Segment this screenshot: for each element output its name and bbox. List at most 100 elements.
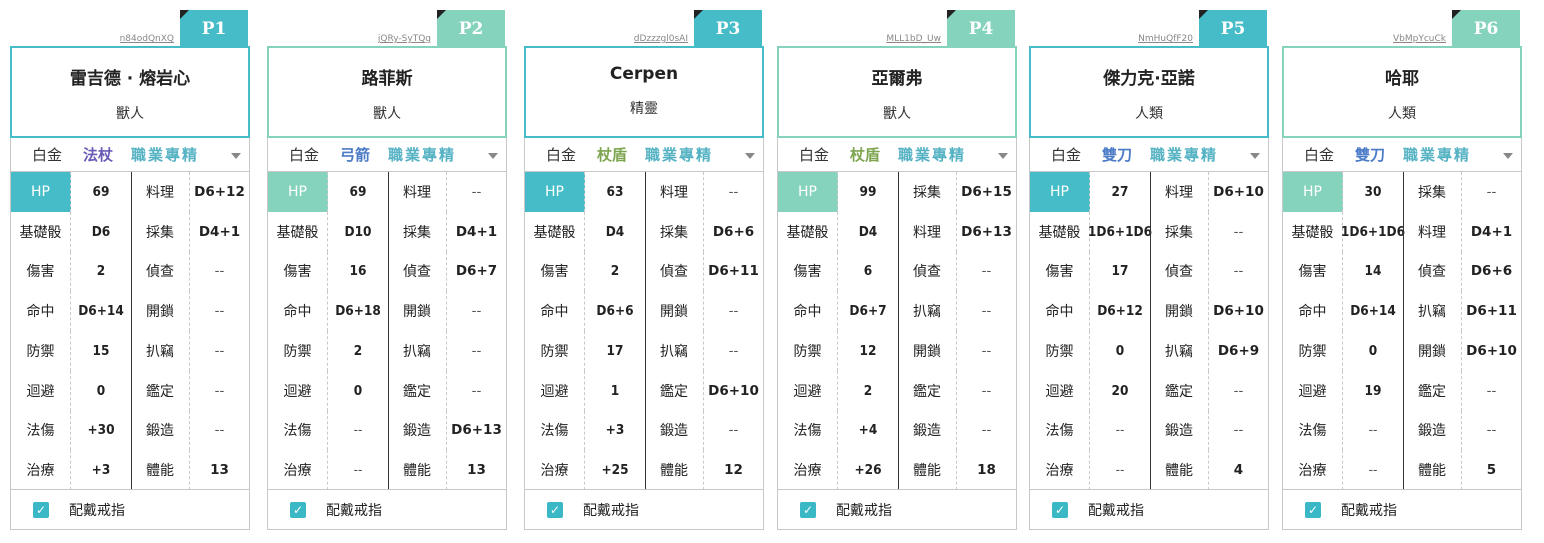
class-selector[interactable]: 白金 雙刀 職業專精	[1030, 138, 1268, 172]
stat-row: 基礎骰 1D6+1D6 採集 --	[1030, 211, 1268, 252]
profession-label: 職業專精	[388, 146, 457, 164]
stat-row: HP 69 料理 D6+12	[11, 172, 249, 212]
stat-value: D6+14	[78, 303, 124, 320]
chevron-down-icon[interactable]	[231, 153, 241, 159]
stat-row: HP 63 料理 --	[525, 172, 763, 212]
character-code-link[interactable]: VbMpYcuCk	[1393, 34, 1446, 44]
skill-value: --	[1233, 422, 1244, 439]
checkbox-checked-icon[interactable]: ✓	[547, 501, 563, 518]
stat-label: 治療	[525, 450, 585, 490]
skill-label: 採集	[898, 172, 957, 212]
stat-value: 69	[349, 183, 367, 200]
player-tab[interactable]: P5	[1199, 10, 1267, 46]
skill-value: --	[1486, 382, 1497, 399]
ring-option[interactable]: ✓ 配戴戒指	[525, 489, 763, 529]
skill-label: 偵查	[388, 251, 447, 292]
character-header: 雷吉德 · 熔岩心 獸人	[10, 46, 250, 138]
stat-label: 迴避	[11, 370, 71, 411]
character-code-link[interactable]: jQRy-SyTQg	[378, 34, 431, 44]
ring-option[interactable]: ✓ 配戴戒指	[11, 489, 249, 529]
ring-label: 配戴戒指	[326, 502, 382, 519]
class-selector[interactable]: 白金 杖盾 職業專精	[778, 138, 1016, 172]
player-tab[interactable]: P1	[180, 10, 248, 46]
profession-label: 職業專精	[131, 146, 200, 164]
skill-label: 開鎖	[131, 291, 190, 331]
player-tab[interactable]: P6	[1452, 10, 1520, 46]
skill-label: 採集	[1403, 172, 1462, 212]
skill-label: 鍛造	[388, 410, 447, 451]
character-body: 白金 杖盾 職業專精 HP 63 料理 -- 基礎骰 D4 採集 D6+6 傷害	[524, 138, 764, 530]
character-header: 路菲斯 獸人	[267, 46, 507, 138]
skill-label: 體能	[645, 450, 704, 490]
class-selector[interactable]: 白金 法杖 職業專精	[11, 138, 249, 172]
skill-value: D6+12	[194, 183, 245, 200]
skill-value: D6+15	[961, 183, 1012, 200]
class-selector[interactable]: 白金 杖盾 職業專精	[525, 138, 763, 172]
character-card-6[interactable]: VbMpYcuCk P6 哈耶 人類 白金 雙刀 職業專精 HP 30 採集 -…	[1282, 10, 1522, 530]
corner-marker	[947, 10, 956, 19]
tier-label: 白金	[798, 146, 829, 164]
chevron-down-icon[interactable]	[1250, 153, 1260, 159]
skill-value: --	[214, 303, 225, 320]
stat-label: 治療	[1283, 450, 1343, 490]
skill-value: 13	[467, 462, 486, 479]
ring-option[interactable]: ✓ 配戴戒指	[778, 489, 1016, 529]
stat-label: HP	[1030, 172, 1090, 212]
character-code-link[interactable]: NmHuQfF20	[1138, 34, 1193, 44]
skill-label: 採集	[645, 211, 704, 252]
character-name: 哈耶	[1385, 69, 1419, 89]
skill-value: D4+1	[455, 223, 498, 240]
ring-option[interactable]: ✓ 配戴戒指	[1283, 489, 1521, 529]
stat-value: 1D6+1D6	[1087, 223, 1153, 240]
stat-label: 治療	[268, 450, 328, 490]
checkbox-checked-icon[interactable]: ✓	[1305, 501, 1321, 518]
character-card-5[interactable]: NmHuQfF20 P5 傑力克·亞諾 人類 白金 雙刀 職業專精 HP 27 …	[1029, 10, 1269, 530]
stat-row: 傷害 6 偵查 --	[778, 251, 1016, 292]
character-card-4[interactable]: MLL1bD_Uw P4 亞爾弗 獸人 白金 杖盾 職業專精 HP 99 採集 …	[777, 10, 1017, 530]
character-header: 傑力克·亞諾 人類	[1029, 46, 1269, 138]
tier-label: 白金	[1050, 146, 1081, 164]
skill-label: 扒竊	[645, 331, 704, 371]
chevron-down-icon[interactable]	[745, 153, 755, 159]
character-card-2[interactable]: jQRy-SyTQg P2 路菲斯 獸人 白金 弓箭 職業專精 HP 69 料理…	[267, 10, 507, 530]
checkbox-checked-icon[interactable]: ✓	[1052, 501, 1068, 518]
class-selector[interactable]: 白金 弓箭 職業專精	[268, 138, 506, 172]
stat-value: +25	[601, 462, 629, 479]
stat-value: D4	[858, 223, 878, 240]
skill-label: 偵查	[1403, 251, 1462, 292]
player-tab[interactable]: P4	[947, 10, 1015, 46]
player-tab[interactable]: P3	[694, 10, 762, 46]
stat-label: 法傷	[268, 410, 328, 451]
character-code-link[interactable]: MLL1bD_Uw	[886, 34, 941, 44]
stat-label: 治療	[1030, 450, 1090, 490]
stat-label: 防禦	[1283, 331, 1343, 371]
checkbox-checked-icon[interactable]: ✓	[290, 501, 306, 518]
skill-value: 4	[1233, 462, 1244, 479]
character-card-1[interactable]: n84odQnXQ P1 雷吉德 · 熔岩心 獸人 白金 法杖 職業專精 HP …	[10, 10, 250, 530]
ring-option[interactable]: ✓ 配戴戒指	[268, 489, 506, 529]
skill-label: 料理	[1403, 211, 1462, 252]
character-race: 獸人	[883, 106, 911, 122]
checkbox-checked-icon[interactable]: ✓	[800, 501, 816, 518]
skill-label: 料理	[898, 211, 957, 252]
character-card-3[interactable]: dDzzzgl0sAI P3 Cerpen 精靈 白金 杖盾 職業專精 HP 6…	[524, 10, 764, 530]
skill-value: --	[471, 342, 482, 359]
stat-label: 傷害	[1030, 251, 1090, 292]
character-code-link[interactable]: dDzzzgl0sAI	[634, 34, 688, 44]
stats-grid: HP 99 採集 D6+15 基礎骰 D4 料理 D6+13 傷害 6 偵查 -…	[778, 172, 1016, 490]
class-selector[interactable]: 白金 雙刀 職業專精	[1283, 138, 1521, 172]
chevron-down-icon[interactable]	[488, 153, 498, 159]
stat-label: 傷害	[525, 251, 585, 292]
skill-label: 料理	[645, 172, 704, 212]
stat-label: 防禦	[778, 331, 838, 371]
chevron-down-icon[interactable]	[1503, 153, 1513, 159]
player-tab[interactable]: P2	[437, 10, 505, 46]
checkbox-checked-icon[interactable]: ✓	[33, 501, 49, 518]
character-name: 亞爾弗	[871, 69, 923, 89]
ring-option[interactable]: ✓ 配戴戒指	[1030, 489, 1268, 529]
profession-label: 職業專精	[898, 146, 967, 164]
corner-marker	[1452, 10, 1461, 19]
chevron-down-icon[interactable]	[998, 153, 1008, 159]
character-code-link[interactable]: n84odQnXQ	[120, 34, 174, 44]
stat-label: 法傷	[778, 410, 838, 451]
